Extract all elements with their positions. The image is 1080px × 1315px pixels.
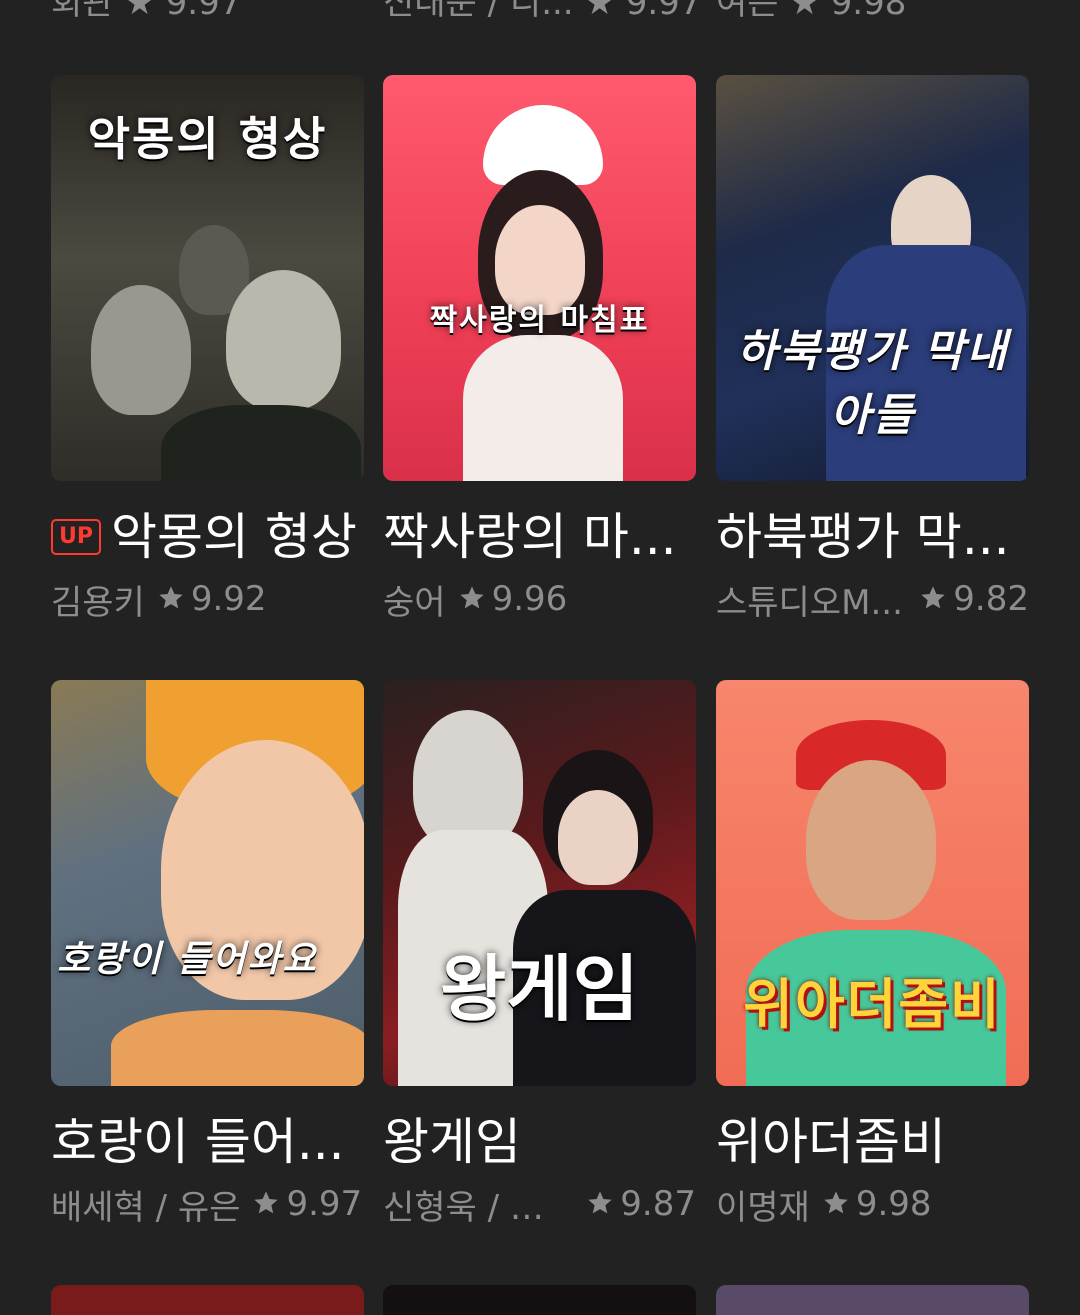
cover-figure (91, 285, 191, 415)
webtoon-card[interactable]: 왕게임 왕게임 신형욱 / 범... 9.87 (383, 680, 696, 1228)
card-title[interactable]: 짝사랑의 마... (383, 505, 696, 569)
card-author: 김용키 (51, 582, 145, 623)
card-rating: 9.97 (252, 1184, 362, 1224)
next-card-cover[interactable] (383, 1285, 696, 1315)
card-author: 스튜디오M... (716, 582, 903, 623)
star-icon (921, 586, 945, 609)
cover-figure (226, 270, 341, 410)
card-author: 배세혁 / 유은 (51, 1187, 241, 1228)
cover-title-text: 악몽의 형상 (87, 112, 328, 166)
cover-image[interactable]: 짝사랑의 마침표 (383, 75, 696, 481)
rating-value: 9.82 (953, 579, 1029, 619)
cover-image[interactable]: 호랑이 들어와요 (51, 680, 364, 1086)
webtoon-card[interactable]: 짝사랑의 마침표 짝사랑의 마... 숭어 9.96 (383, 75, 696, 623)
previous-card-meta: 여은 ★ 9.98 (716, 0, 907, 23)
cover-figure (111, 1010, 364, 1086)
card-title[interactable]: 왕게임 (383, 1110, 696, 1174)
cover-figure (806, 760, 936, 920)
next-card-cover[interactable] (51, 1285, 364, 1315)
cover-figure (161, 405, 361, 481)
star-icon (824, 1191, 848, 1214)
update-badge: UP (51, 519, 101, 555)
cover-image[interactable]: 악몽의 형상 (51, 75, 364, 481)
cover-title-text: 왕게임 (440, 947, 639, 1031)
cover-figure (413, 710, 523, 850)
card-rating: 9.87 (586, 1184, 696, 1224)
rating-value: 9.97 (286, 1184, 363, 1224)
card-rating: 9.98 (822, 1184, 932, 1224)
card-title[interactable]: 하북팽가 막... (716, 505, 1029, 569)
card-author: 이명재 (716, 1187, 810, 1228)
webtoon-card[interactable]: 하북팽가 막내아들 하북팽가 막... 스튜디오M... 9.82 (716, 75, 1029, 623)
cover-figure (558, 790, 638, 885)
previous-card-meta: 회관 ★ 9.97 (51, 0, 242, 23)
cover-title-text: 호랑이 들어와요 (57, 939, 318, 980)
previous-row-meta: 회관 ★ 9.97 신태운 / 디... ★ 9.97 여은 ★ 9.98 (0, 0, 1080, 26)
cover-image[interactable]: 왕게임 (383, 680, 696, 1086)
previous-card-meta: 신태운 / 디... ★ 9.97 (383, 0, 696, 23)
next-card-cover[interactable] (716, 1285, 1029, 1315)
card-title[interactable]: 호랑이 들어... (51, 1110, 364, 1174)
card-title[interactable]: 악몽의 형상 (111, 505, 364, 569)
webtoon-card[interactable]: 호랑이 들어와요 호랑이 들어... 배세혁 / 유은 9.97 (51, 680, 364, 1228)
star-icon (588, 1191, 612, 1214)
card-rating: 9.82 (919, 579, 1029, 619)
rating-value: 9.87 (620, 1184, 696, 1224)
card-author: 신형욱 / 범... (383, 1187, 573, 1228)
card-rating: 9.92 (157, 579, 267, 619)
cover-image[interactable]: 하북팽가 막내아들 (716, 75, 1029, 481)
card-rating: 9.96 (458, 579, 568, 619)
cover-figure (463, 335, 623, 481)
webtoon-card[interactable]: 위아더좀비 위아더좀비 이명재 9.98 (716, 680, 1029, 1228)
cover-title-text: 하북팽가 막내아들 (736, 326, 1009, 441)
star-icon (459, 586, 484, 609)
webtoon-card[interactable]: 악몽의 형상 UP 악몽의 형상 김용키 9.92 (51, 75, 364, 623)
cover-image[interactable]: 위아더좀비 (716, 680, 1029, 1086)
rating-value: 9.96 (491, 579, 568, 619)
star-icon (159, 586, 183, 609)
rating-value: 9.92 (190, 579, 267, 619)
rating-value: 9.98 (855, 1184, 932, 1224)
card-author: 숭어 (383, 582, 446, 623)
star-icon (254, 1191, 279, 1214)
cover-title-text: 위아더좀비 (743, 973, 1002, 1036)
card-title[interactable]: 위아더좀비 (716, 1110, 1029, 1174)
cover-title-text: 짝사랑의 마침표 (429, 303, 650, 338)
